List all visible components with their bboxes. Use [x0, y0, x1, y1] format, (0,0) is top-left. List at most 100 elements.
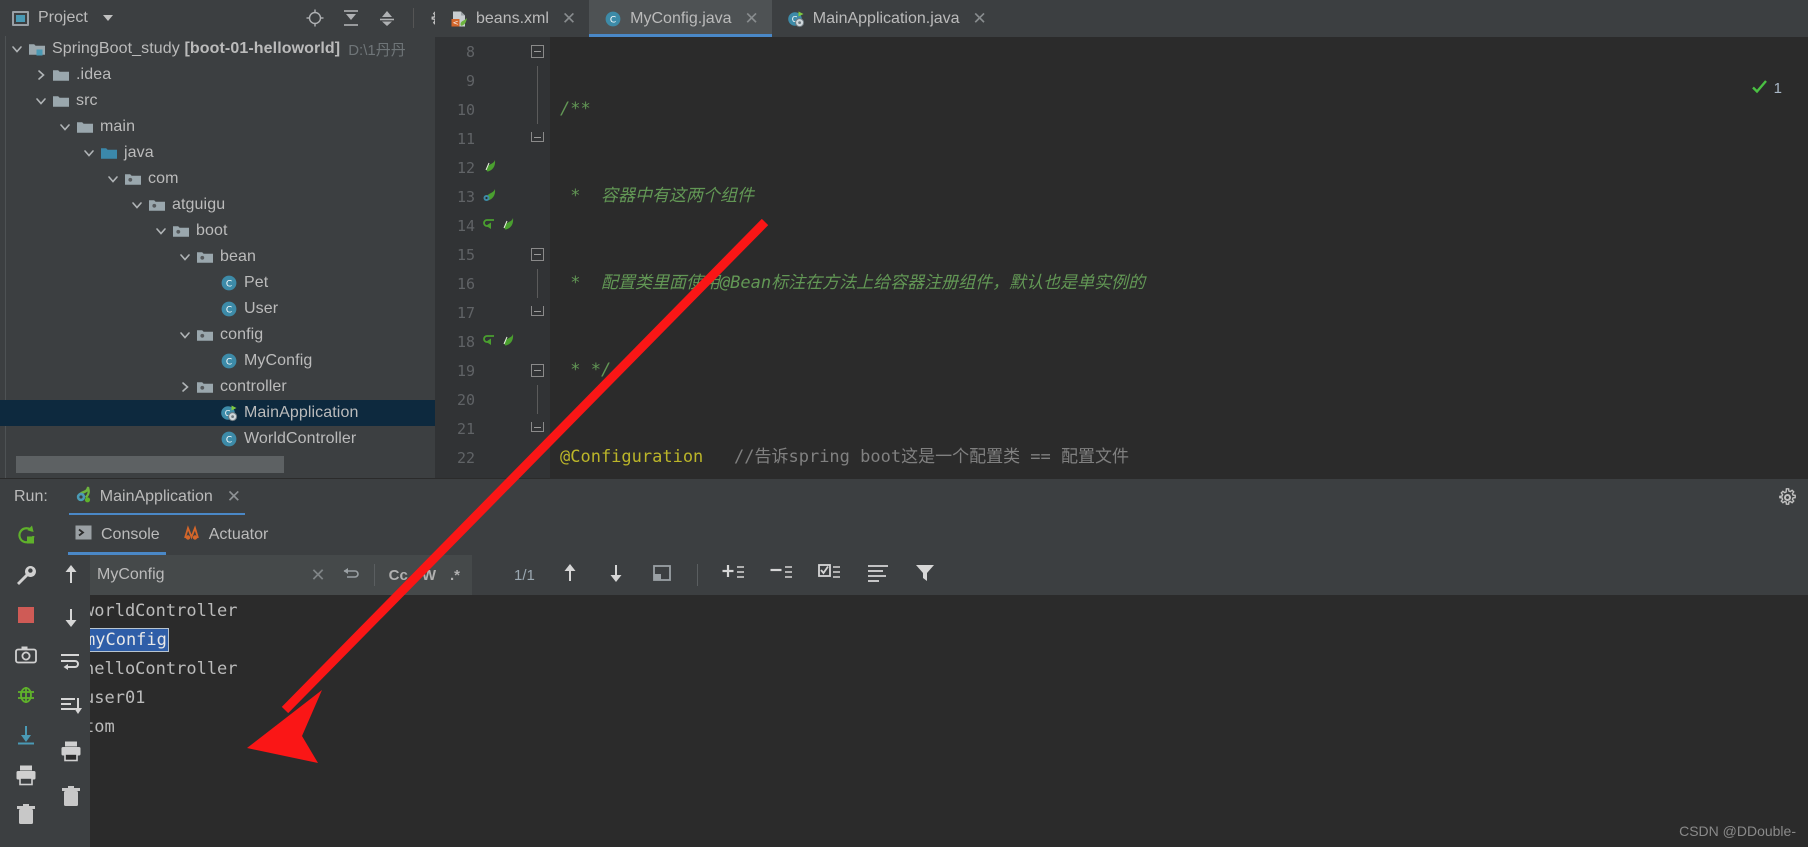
stop-icon[interactable]	[10, 601, 42, 629]
up-arrow-icon[interactable]	[60, 563, 82, 589]
gutter-icons[interactable]	[481, 158, 497, 178]
history-icon[interactable]	[340, 563, 360, 587]
gutter-line-12[interactable]: 12	[435, 153, 550, 182]
tree-node-worldcontroller[interactable]: C WorldController	[0, 426, 483, 452]
inspection-status-badge[interactable]: 1	[1750, 77, 1782, 100]
gutter-line-14[interactable]: 14	[435, 211, 550, 240]
gutter-line-18[interactable]: 18	[435, 327, 550, 356]
project-tree[interactable]: SpringBoot_study [boot-01-helloworld] D:\…	[0, 36, 483, 506]
trash-icon[interactable]	[10, 801, 42, 829]
fold-end-icon[interactable]	[531, 422, 544, 432]
sub-tab-console[interactable]: Console	[68, 515, 166, 555]
fold-start-icon[interactable]	[531, 364, 544, 377]
scroll-to-end-icon[interactable]	[59, 695, 83, 721]
spring-config-icon[interactable]	[481, 187, 497, 207]
run-side-toolbar[interactable]	[0, 515, 52, 847]
console-sub-tabs[interactable]: Console Actuator	[52, 515, 1808, 555]
tree-expander[interactable]	[8, 42, 26, 56]
tree-expander[interactable]	[104, 172, 122, 186]
tree-node-boot[interactable]: boot	[0, 218, 483, 244]
close-icon[interactable]: ✕	[745, 9, 759, 29]
tree-node-controller[interactable]: controller	[0, 374, 483, 400]
gutter-line-17[interactable]: 17	[435, 298, 550, 327]
editor-tab-mainapplication-java[interactable]: C MainApplication.java ✕	[772, 0, 1000, 37]
tree-expander[interactable]	[176, 328, 194, 342]
tree-node-main[interactable]: main	[0, 114, 483, 140]
trash-icon[interactable]	[59, 785, 83, 813]
tree-expander[interactable]	[128, 198, 146, 212]
regex-option[interactable]: .*	[450, 567, 460, 584]
filter-icon[interactable]	[914, 562, 936, 588]
tree-node-config[interactable]: config	[0, 322, 483, 348]
gutter-icons[interactable]	[481, 216, 515, 236]
tree-expander[interactable]	[32, 68, 50, 82]
up-arrow-icon[interactable]	[559, 562, 581, 588]
print-icon[interactable]	[10, 761, 42, 789]
print-icon[interactable]	[59, 739, 83, 767]
tree-node-java[interactable]: java	[0, 140, 483, 166]
wrench-icon[interactable]	[10, 561, 42, 589]
locate-icon[interactable]	[305, 8, 325, 28]
tree-expander[interactable]	[32, 94, 50, 108]
rerun-icon[interactable]	[10, 521, 42, 549]
project-title-group[interactable]: Project	[12, 9, 113, 27]
override-icon[interactable]	[481, 332, 497, 352]
wrap-icon[interactable]	[866, 562, 890, 588]
tree-node-atguigu[interactable]: atguigu	[0, 192, 483, 218]
console-nav-toolbar[interactable]	[52, 555, 90, 847]
collapse-all-icon[interactable]	[341, 8, 361, 28]
tree-expander[interactable]	[176, 380, 194, 394]
close-icon[interactable]: ✕	[227, 487, 241, 507]
collapse-icon[interactable]	[770, 562, 794, 588]
camera-icon[interactable]	[10, 641, 42, 669]
editor-tab-myconfig-java[interactable]: C MyConfig.java ✕	[589, 0, 772, 37]
editor-tab-bar[interactable]: < beans.xml ✕ C MyConfig.java ✕ C MainApplicati…	[435, 0, 1808, 37]
sub-tab-actuator[interactable]: Actuator	[182, 515, 268, 555]
tree-expander[interactable]	[80, 146, 98, 160]
chevron-down-icon[interactable]	[102, 15, 113, 21]
run-configuration-tab[interactable]: MainApplication ✕	[65, 479, 249, 516]
tree-node-myconfig[interactable]: C MyConfig	[0, 348, 483, 374]
tree-node-pet[interactable]: C Pet	[0, 270, 483, 296]
editor-tab-beans-xml[interactable]: < beans.xml ✕	[435, 0, 589, 37]
expand-icon[interactable]	[722, 562, 746, 588]
find-toolbar[interactable]: MyConfig ✕ Cc W .* 1/1	[52, 555, 1808, 595]
code-content[interactable]: /** * 容器中有这两个组件 * 配置类里面使用@Bean标注在方法上给容器注…	[550, 37, 1808, 478]
gutter-line-22[interactable]: 22	[435, 443, 550, 472]
fold-start-icon[interactable]	[531, 248, 544, 261]
tree-node-.idea[interactable]: .idea	[0, 62, 483, 88]
close-icon[interactable]: ✕	[562, 9, 576, 29]
tree-node-mainapplication[interactable]: C MainApplication	[0, 400, 483, 426]
gutter-line-15[interactable]: 15	[435, 240, 550, 269]
tree-expander[interactable]	[56, 120, 74, 134]
close-icon[interactable]: ✕	[973, 9, 987, 29]
gear-icon[interactable]	[1777, 487, 1798, 512]
gutter-line-16[interactable]: 16	[435, 269, 550, 298]
tree-expander[interactable]	[176, 250, 194, 264]
gutter-line-21[interactable]: 21	[435, 414, 550, 443]
down-arrow-icon[interactable]	[605, 562, 627, 588]
editor-marker-bar[interactable]	[1794, 74, 1808, 478]
export-icon[interactable]	[10, 721, 42, 749]
gutter-icons[interactable]	[481, 187, 497, 207]
tree-expander[interactable]	[152, 224, 170, 238]
down-arrow-icon[interactable]	[60, 607, 82, 633]
gutter-line-10[interactable]: 10	[435, 95, 550, 124]
override-icon[interactable]	[481, 216, 497, 236]
fold-start-icon[interactable]	[531, 45, 544, 58]
toggle-icon[interactable]	[817, 562, 842, 588]
fold-end-icon[interactable]	[531, 132, 544, 142]
whole-words-option[interactable]: W	[422, 567, 436, 584]
close-icon[interactable]: ✕	[311, 565, 326, 586]
spring-bean-icon[interactable]	[499, 332, 515, 352]
spring-bean-icon[interactable]	[481, 158, 497, 178]
console-output[interactable]: worldController myConfig helloController us…	[52, 595, 1808, 847]
gutter-line-11[interactable]: 11	[435, 124, 550, 153]
gutter-line-20[interactable]: 20	[435, 385, 550, 414]
find-input-group[interactable]: MyConfig ✕ Cc W .*	[52, 555, 472, 595]
tree-node-com[interactable]: com	[0, 166, 483, 192]
gutter-line-9[interactable]: 9	[435, 66, 550, 95]
tree-node-bean[interactable]: bean	[0, 244, 483, 270]
soft-wrap-icon[interactable]	[59, 651, 83, 677]
expand-all-icon[interactable]	[377, 8, 397, 28]
